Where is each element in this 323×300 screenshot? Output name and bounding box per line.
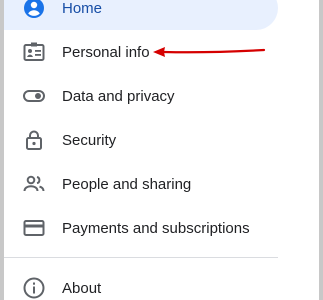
credit-card-icon — [21, 215, 47, 241]
nav-label-personal-info: Personal info — [62, 43, 150, 61]
nav-item-home[interactable]: Home — [4, 0, 278, 30]
home-icon — [21, 0, 47, 21]
nav-label-about: About — [62, 279, 102, 297]
nav-divider — [4, 257, 278, 258]
nav-label-security: Security — [62, 131, 117, 149]
nav-item-people-and-sharing[interactable]: People and sharing — [4, 162, 278, 206]
nav-item-payments-and-subscriptions[interactable]: Payments and subscriptions — [4, 206, 278, 250]
lock-icon — [21, 127, 47, 153]
info-icon — [21, 275, 47, 300]
nav-label-payments-and-subscriptions: Payments and subscriptions — [62, 219, 250, 237]
nav-item-security[interactable]: Security — [4, 118, 278, 162]
nav-item-personal-info[interactable]: Personal info — [4, 30, 278, 74]
nav-label-data-and-privacy: Data and privacy — [62, 87, 175, 105]
nav-label-home: Home — [62, 0, 103, 17]
nav-item-about[interactable]: About — [4, 266, 278, 300]
toggle-icon — [21, 83, 47, 109]
people-icon — [21, 171, 47, 197]
nav-item-data-and-privacy[interactable]: Data and privacy — [4, 74, 278, 118]
id-card-icon — [21, 39, 47, 65]
window-edge-right — [319, 0, 323, 300]
account-nav-panel: Home Personal info Data and privacy Secu… — [0, 0, 323, 300]
nav-label-people-and-sharing: People and sharing — [62, 175, 192, 193]
